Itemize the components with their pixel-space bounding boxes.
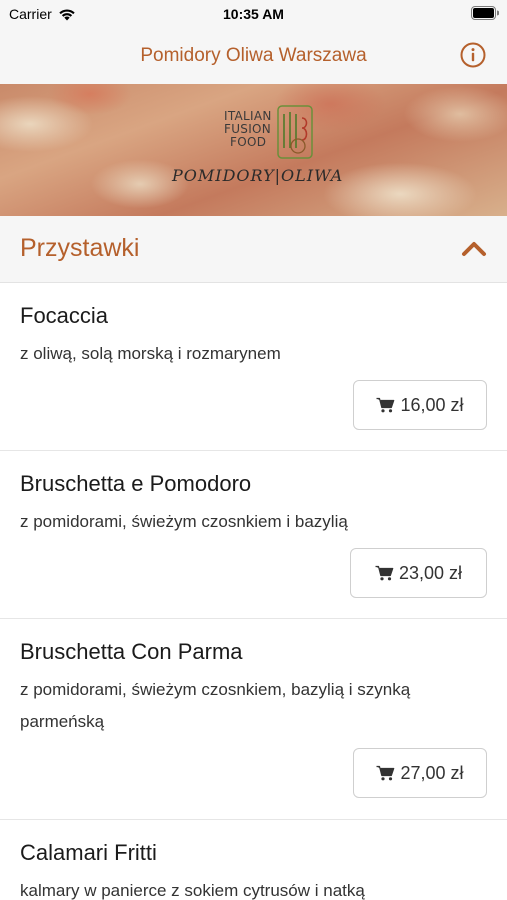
menu-item-bruschetta-parma[interactable]: Bruschetta Con Parma z pomidorami, śwież… — [0, 619, 507, 820]
status-bar: Carrier 10:35 AM — [0, 0, 507, 28]
restaurant-logo: ITALIAN FUSION FOOD POMIDORY|OLIWA — [172, 104, 342, 204]
menu-item-bruschetta-pomodoro[interactable]: Bruschetta e Pomodoro z pomidorami, świe… — [0, 451, 507, 619]
item-description: z pomidorami, świeżym czosnkiem, bazylią… — [20, 680, 411, 731]
logo-brand-name: POMIDORY|OLIWA — [172, 166, 344, 185]
info-circle-icon[interactable] — [460, 42, 486, 68]
price-label: 16,00 zł — [400, 394, 464, 415]
chevron-up-icon[interactable] — [461, 238, 487, 258]
section-title: Przystawki — [20, 234, 140, 262]
battery-icon — [471, 6, 499, 20]
menu-item-focaccia[interactable]: Focaccia z oliwą, solą morską i rozmaryn… — [0, 283, 507, 451]
item-name: Bruschetta Con Parma — [20, 639, 243, 664]
cart-icon — [376, 397, 395, 413]
section-header-przystawki[interactable]: Przystawki — [0, 216, 507, 283]
item-description: kalmary w panierce z sokiem cytrusów i n… — [20, 881, 365, 900]
add-to-cart-button[interactable]: 23,00 zł — [350, 548, 487, 598]
item-description: z pomidorami, świeżym czosnkiem i bazyli… — [20, 512, 348, 531]
status-time: 10:35 AM — [223, 6, 284, 22]
restaurant-banner: ITALIAN FUSION FOOD POMIDORY|OLIWA — [0, 84, 507, 216]
item-name: Focaccia — [20, 303, 109, 328]
navigation-bar: Pomidory Oliwa Warszawa — [0, 28, 507, 84]
cart-icon — [375, 565, 394, 581]
cart-icon — [376, 765, 395, 781]
price-label: 23,00 zł — [398, 562, 463, 583]
menu-item-calamari-fritti[interactable]: Calamari Fritti kalmary w panierce z sok… — [0, 820, 507, 900]
logo-emblem-icon — [277, 105, 313, 159]
item-description: z oliwą, solą morską i rozmarynem — [20, 344, 281, 363]
price-label: 27,00 zł — [400, 762, 464, 783]
item-name: Calamari Fritti — [20, 840, 157, 865]
logo-line-food: FOOD — [230, 135, 267, 149]
item-name: Bruschetta e Pomodoro — [20, 471, 252, 496]
add-to-cart-button[interactable]: 27,00 zł — [353, 748, 487, 798]
add-to-cart-button[interactable]: 16,00 zł — [353, 380, 487, 430]
restaurant-title: Pomidory Oliwa Warszawa — [140, 45, 367, 66]
